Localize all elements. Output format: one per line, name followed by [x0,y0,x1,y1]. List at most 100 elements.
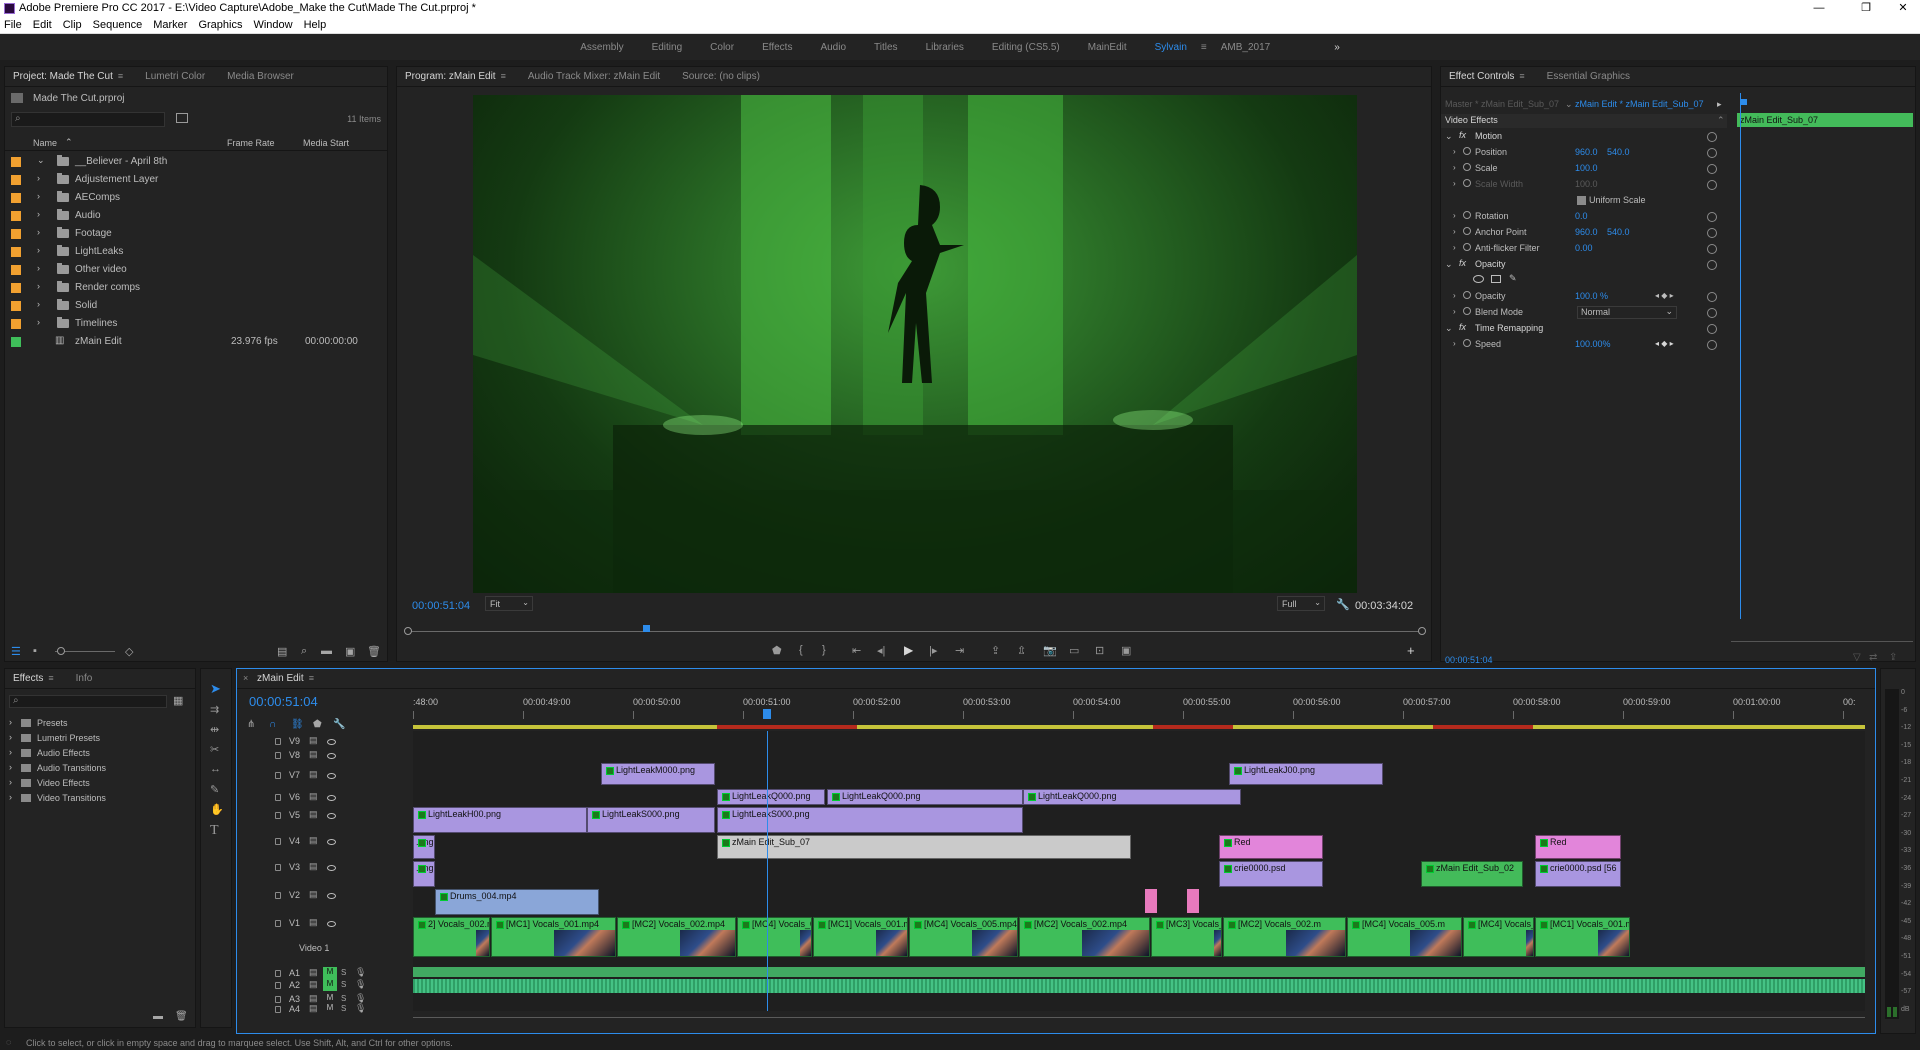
effect-playhead-handle[interactable] [1741,99,1747,105]
chevron-right-icon[interactable]: › [37,299,40,309]
mute-button[interactable]: M [323,967,337,979]
menu-help[interactable]: Help [304,19,327,31]
effect-row[interactable]: ⌄ fx Time Remapping [1441,321,1727,337]
clip-v3-c[interactable]: zMain Edit_Sub_02 [1421,861,1523,887]
mute-button[interactable]: M [323,1003,337,1015]
toggle-animation-icon[interactable] [1463,211,1471,219]
chevron-down-icon[interactable]: ⌄ [1445,131,1453,142]
effect-value-1[interactable]: 100.0 % [1575,291,1608,301]
selection-tool-icon[interactable]: ➤ [210,681,221,697]
hand-tool-icon[interactable]: ✋ [210,803,224,816]
chevron-right-icon[interactable]: › [1453,307,1456,316]
microphone-icon[interactable]: 🎙 [355,979,366,990]
clip-v4-d[interactable]: Red [1535,835,1621,859]
clip-v4-b[interactable]: zMain Edit_Sub_07 [717,835,1131,859]
column-media-start[interactable]: Media Start [303,138,349,148]
project-item[interactable]: › Audio [5,207,387,225]
export-icon[interactable]: ⇪ [1889,652,1897,663]
toggle-animation-icon[interactable] [1463,307,1471,315]
keyframe-nav-icon[interactable]: ◂ ◆ ▸ [1655,291,1674,300]
maximize-button[interactable]: ❐ [1851,0,1881,16]
chevron-right-icon[interactable]: › [37,227,40,237]
eye-icon[interactable] [327,893,336,899]
effect-row[interactable]: › Position 960.0 540.0 [1441,145,1727,161]
menu-sequence[interactable]: Sequence [93,19,143,31]
v1-clip[interactable]: [MC3] Vocals_003.mp4 [1151,917,1222,957]
workspace-libraries[interactable]: Libraries [926,42,964,53]
toggle-animation-icon[interactable] [1463,163,1471,171]
tab-program[interactable]: Program: zMain Edit ≡ [405,71,506,82]
chevron-right-icon[interactable]: › [1453,291,1456,300]
reset-icon[interactable] [1707,308,1717,318]
track-label[interactable]: A1 [289,968,300,978]
list-view-icon[interactable]: ☰ [11,645,21,658]
tab-media-browser[interactable]: Media Browser [227,71,294,82]
toggle-animation-icon[interactable] [1463,291,1471,299]
v1-clip[interactable]: [MC4] Vocals_005.m [1347,917,1462,957]
tab-lumetri-color[interactable]: Lumetri Color [145,71,205,82]
sync-lock-icon[interactable]: ▤ [309,735,318,746]
clip-v4-c[interactable]: Red [1219,835,1323,859]
project-item[interactable]: › Adjustement Layer [5,171,387,189]
timeline-ruler[interactable]: :48:00 00:00:49:00 00:00:50:00 00:00:51:00 0… [413,697,1865,723]
razor-tool-icon[interactable]: ✂ [210,743,219,756]
vr-view-button[interactable]: ⊡ [1095,644,1104,657]
workspace-menu-icon[interactable]: ≡ [1201,42,1207,53]
track-area[interactable]: LightLeakM000.png LightLeakJ00.png Light… [413,731,1865,1011]
new-item-icon[interactable]: ▣ [345,645,355,658]
new-bin-footer-icon[interactable]: ▬ [321,645,332,657]
menu-marker[interactable]: Marker [153,19,187,31]
chevron-right-icon[interactable]: › [37,263,40,273]
eye-icon[interactable] [327,795,336,801]
project-search-input[interactable]: ⌕ [11,112,165,127]
reset-icon[interactable] [1707,292,1717,302]
toggle-animation-icon[interactable] [1463,243,1471,251]
step-forward-button[interactable]: |▸ [929,644,937,657]
workspace-more-button[interactable]: » [1334,42,1340,53]
chevron-right-icon[interactable]: › [37,191,40,201]
reset-icon[interactable] [1707,260,1717,270]
lock-icon[interactable] [275,982,281,989]
tab-essential-graphics[interactable]: Essential Graphics [1547,71,1630,82]
workspace-color[interactable]: Color [710,42,734,53]
tab-effect-controls[interactable]: Effect Controls ≡ [1449,71,1525,82]
tab-audio-track-mixer[interactable]: Audio Track Mixer: zMain Edit [528,71,660,82]
label-color-swatch[interactable] [11,175,21,185]
effect-row[interactable]: › Speed 100.00% ◂ ◆ ▸ [1441,337,1727,353]
play-button[interactable]: ▶ [904,643,913,657]
loop-icon[interactable]: ⇄ [1869,652,1877,663]
chevron-right-icon[interactable]: › [37,209,40,219]
column-name[interactable]: Name [33,138,57,148]
close-tab-icon[interactable]: × [243,673,248,683]
blend-mode-dropdown[interactable]: Normal ⌄ [1577,306,1677,319]
fx-icon[interactable]: fx [1459,130,1466,140]
menu-graphics[interactable]: Graphics [198,19,242,31]
minimize-button[interactable]: — [1804,0,1834,16]
slip-tool-icon[interactable]: ↔ [210,763,221,775]
v1-clip[interactable]: [MC1] Vocals_001.mp4 [491,917,616,957]
effect-row[interactable]: › Scale Width 100.0 [1441,177,1727,193]
v1-clip[interactable]: [MC2] Vocals_002.mp4 [1019,917,1150,957]
chevron-right-icon[interactable]: › [37,245,40,255]
clip-v2-pink-1[interactable] [1145,889,1157,913]
clip-v5-c[interactable]: LightLeakS000.png [717,807,1023,833]
tab-info[interactable]: Info [76,673,93,684]
menu-edit[interactable]: Edit [33,19,52,31]
safe-margins-button[interactable]: ▣ [1121,644,1131,657]
clear-icon[interactable]: 🗑 [367,645,381,658]
project-item[interactable]: › Render comps [5,279,387,297]
effect-value-1[interactable]: 960.0 [1575,147,1598,157]
reset-icon[interactable] [1707,324,1717,334]
project-item[interactable]: › Footage [5,225,387,243]
v1-clip[interactable]: [MC1] Vocals_001.mp4 [813,917,908,957]
clip-v3-b[interactable]: crie0000.psd [1219,861,1323,887]
v1-clip[interactable]: [MC2] Vocals_002.m [1223,917,1346,957]
v1-clip[interactable]: 2] Vocals_002.mp4 [413,917,490,957]
go-to-in-button[interactable]: ⇤ [852,644,861,657]
chevron-right-icon[interactable]: › [1453,163,1456,172]
menu-file[interactable]: File [4,19,22,31]
clip-v6-b[interactable]: LightLeakQ000.png [827,789,1023,805]
lift-button[interactable]: ⇪ [991,644,1000,657]
effect-row[interactable]: › Opacity 100.0 % ◂ ◆ ▸ [1441,289,1727,305]
eye-icon[interactable] [327,773,336,779]
